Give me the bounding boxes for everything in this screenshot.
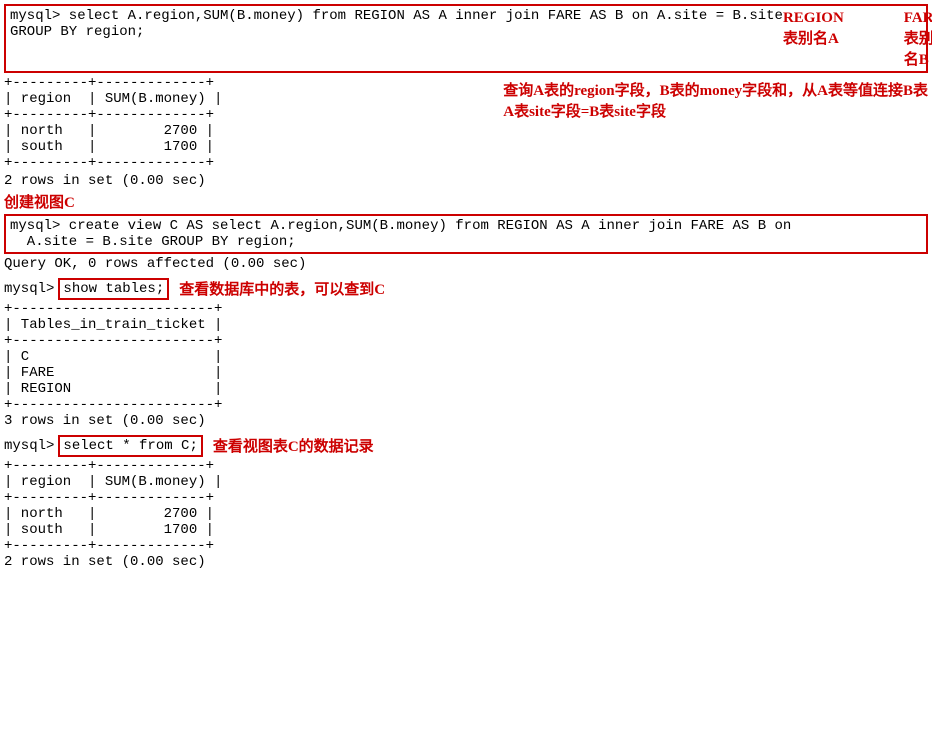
table-row-north: | north | 2700 | bbox=[4, 123, 477, 139]
table-header: | region | SUM(B.money) | bbox=[4, 91, 477, 107]
table-sep-1: +---------+-------------+ bbox=[4, 75, 477, 91]
create-view-block: mysql> create view C AS select A.region,… bbox=[4, 214, 928, 254]
annotation-line2: A表site字段=B表site字段 bbox=[503, 100, 928, 121]
result-2: 3 rows in set (0.00 sec) bbox=[4, 413, 928, 429]
select-sep-1: +---------+-------------+ bbox=[4, 458, 928, 474]
show-command[interactable]: show tables; bbox=[58, 278, 169, 300]
select-prompt: mysql> bbox=[4, 438, 54, 454]
table-sep-3: +---------+-------------+ bbox=[4, 155, 477, 171]
show-row-c: | C | bbox=[4, 349, 928, 365]
create-query-line1: mysql> create view C AS select A.region,… bbox=[10, 218, 922, 234]
select-row-south: | south | 1700 | bbox=[4, 522, 928, 538]
show-sep-1: +------------------------+ bbox=[4, 301, 928, 317]
show-header: | Tables_in_train_ticket | bbox=[4, 317, 928, 333]
show-annotation: 查看数据库中的表，可以查到C bbox=[179, 278, 385, 299]
query-ok: Query OK, 0 rows affected (0.00 sec) bbox=[4, 256, 928, 272]
select-header: | region | SUM(B.money) | bbox=[4, 474, 928, 490]
fare-alias-label: FARE表别名B bbox=[904, 10, 932, 69]
show-sep-2: +------------------------+ bbox=[4, 333, 928, 349]
region-alias-label: REGION表别名A bbox=[783, 10, 844, 69]
select-annotation: 查看视图表C的数据记录 bbox=[213, 435, 374, 456]
table-sep-2: +---------+-------------+ bbox=[4, 107, 477, 123]
select-sep-3: +---------+-------------+ bbox=[4, 538, 928, 554]
show-prompt: mysql> bbox=[4, 281, 54, 297]
result-3: 2 rows in set (0.00 sec) bbox=[4, 554, 928, 570]
select-sep-2: +---------+-------------+ bbox=[4, 490, 928, 506]
select-row-north: | north | 2700 | bbox=[4, 506, 928, 522]
annotation-line1: 查询A表的region字段，B表的money字段和，从A表等值连接B表 bbox=[503, 79, 928, 100]
result-1: 2 rows in set (0.00 sec) bbox=[4, 173, 928, 189]
select-command[interactable]: select * from C; bbox=[58, 435, 202, 457]
create-query-line2: A.site = B.site GROUP BY region; bbox=[10, 234, 922, 250]
table-row-south: | south | 1700 | bbox=[4, 139, 477, 155]
query-line1: mysql> select A.region,SUM(B.money) from… bbox=[10, 8, 783, 24]
query-line2: GROUP BY region; bbox=[10, 24, 144, 40]
query-block-1: mysql> select A.region,SUM(B.money) from… bbox=[4, 4, 928, 73]
show-row-region: | REGION | bbox=[4, 381, 928, 397]
show-row-fare: | FARE | bbox=[4, 365, 928, 381]
create-view-label: 创建视图C bbox=[4, 195, 75, 211]
show-sep-3: +------------------------+ bbox=[4, 397, 928, 413]
